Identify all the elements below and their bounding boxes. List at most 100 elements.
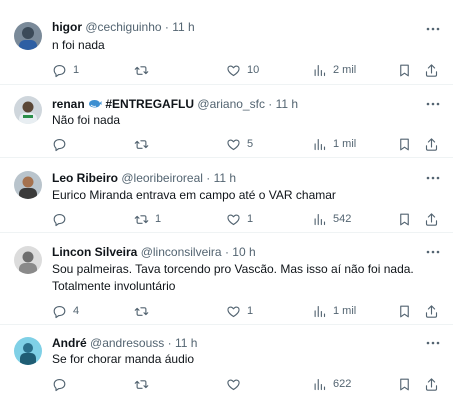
like-count: 1 xyxy=(247,305,254,317)
timestamp[interactable]: 11 h xyxy=(172,20,194,34)
display-name[interactable]: Lincon Silveira xyxy=(52,245,137,259)
views-button[interactable]: 1 mil xyxy=(312,135,356,153)
share-button[interactable] xyxy=(424,302,439,320)
avatar[interactable] xyxy=(14,96,42,124)
tweet-header: Leo Ribeiro @leoribeiroreal · 11 h xyxy=(52,171,236,186)
reply-icon xyxy=(53,138,66,151)
like-count: 5 xyxy=(247,138,254,150)
tweet-header: renan #ENTREGAFLU @ariano_sfc · 11 h xyxy=(52,97,298,112)
reply-button[interactable] xyxy=(52,135,73,153)
tweet-text: n foi nada xyxy=(52,37,432,54)
views-button[interactable]: 622 xyxy=(312,375,351,393)
action-bar: 4 1 1 mil xyxy=(52,302,442,320)
user-handle[interactable]: @linconsilveira xyxy=(141,245,222,259)
more-options-icon[interactable] xyxy=(425,96,441,112)
tweet[interactable]: Leo Ribeiro @leoribeiroreal · 11 h Euric… xyxy=(0,158,453,233)
bookmark-button[interactable] xyxy=(397,61,412,79)
share-button[interactable] xyxy=(424,210,439,228)
tweet[interactable]: André @andresouss · 11 h Se for chorar m… xyxy=(0,325,453,405)
tweet-text-line: Eurico Miranda entrava em campo até o VA… xyxy=(52,188,336,202)
retweet-count: 1 xyxy=(155,213,162,225)
tweet[interactable]: Lincon Silveira @linconsilveira · 10 h S… xyxy=(0,233,453,325)
tweet-text-line: Sou palmeiras. Tava torcendo pro Vascão.… xyxy=(52,262,414,276)
reply-icon xyxy=(53,213,66,226)
tweet-text: Se for chorar manda áudio xyxy=(52,351,432,368)
like-button[interactable]: 10 xyxy=(226,61,259,79)
display-name[interactable]: André xyxy=(52,336,87,350)
tweet[interactable]: higor @cechiguinho · 11 h n foi nada 1 1… xyxy=(0,0,453,85)
reply-feed: higor @cechiguinho · 11 h n foi nada 1 1… xyxy=(0,0,453,405)
bookmark-button[interactable] xyxy=(397,302,412,320)
heart-icon xyxy=(227,378,240,390)
display-name[interactable]: higor xyxy=(52,20,82,34)
share-icon xyxy=(425,304,438,318)
avatar[interactable] xyxy=(14,337,42,365)
reply-button[interactable] xyxy=(52,375,73,393)
timestamp[interactable]: 11 h xyxy=(276,97,298,111)
retweet-icon xyxy=(134,65,149,75)
retweet-button[interactable] xyxy=(134,375,155,393)
heart-icon xyxy=(227,213,240,225)
like-button[interactable]: 1 xyxy=(226,210,253,228)
display-name[interactable]: Leo Ribeiro xyxy=(52,171,118,185)
more-options-icon[interactable] xyxy=(425,244,441,260)
more-options-icon[interactable] xyxy=(425,21,441,37)
retweet-button[interactable] xyxy=(134,135,155,153)
reply-button[interactable]: 4 xyxy=(52,302,79,320)
user-handle[interactable]: @leoribeiroreal xyxy=(121,171,203,185)
retweet-icon xyxy=(134,214,149,224)
share-button[interactable] xyxy=(424,375,439,393)
share-icon xyxy=(425,63,438,77)
action-bar: 1 1 542 xyxy=(52,210,442,228)
avatar[interactable] xyxy=(14,246,42,274)
retweet-button[interactable] xyxy=(134,61,155,79)
reply-icon xyxy=(53,378,66,391)
timestamp[interactable]: 11 h xyxy=(214,171,236,185)
timestamp[interactable]: 10 h xyxy=(232,245,255,259)
share-button[interactable] xyxy=(424,61,439,79)
reply-button[interactable] xyxy=(52,210,73,228)
heart-icon xyxy=(227,64,240,76)
views-button[interactable]: 1 mil xyxy=(312,302,356,320)
reply-icon xyxy=(53,305,66,318)
bookmark-icon xyxy=(400,305,409,317)
tweet-header: Lincon Silveira @linconsilveira · 10 h xyxy=(52,245,256,260)
more-options-icon[interactable] xyxy=(425,170,441,186)
reply-icon xyxy=(53,64,66,77)
tweet-text-line: Totalmente involuntário xyxy=(52,279,176,293)
action-bar: 622 xyxy=(52,375,442,393)
reply-count: 4 xyxy=(73,305,80,317)
bookmark-button[interactable] xyxy=(397,135,412,153)
like-button[interactable]: 5 xyxy=(226,135,253,153)
retweet-icon xyxy=(134,306,149,316)
avatar[interactable] xyxy=(14,22,42,50)
views-button[interactable]: 2 mil xyxy=(312,61,356,79)
retweet-button[interactable]: 1 xyxy=(134,210,161,228)
action-bar: 1 10 2 mil xyxy=(52,61,442,79)
user-handle[interactable]: @ariano_sfc xyxy=(197,97,265,111)
bookmark-button[interactable] xyxy=(397,210,412,228)
share-button[interactable] xyxy=(424,135,439,153)
separator-dot: · xyxy=(167,336,172,350)
separator-dot: · xyxy=(268,97,273,111)
display-name[interactable]: renan xyxy=(52,97,85,111)
display-name-suffix[interactable]: #ENTREGAFLU xyxy=(105,97,194,111)
more-options-icon[interactable] xyxy=(425,335,441,351)
user-handle[interactable]: @andresouss xyxy=(90,336,164,350)
like-button[interactable] xyxy=(226,375,247,393)
retweet-icon xyxy=(134,139,149,149)
reply-count: 1 xyxy=(73,64,80,76)
views-button[interactable]: 542 xyxy=(312,210,351,228)
reply-button[interactable]: 1 xyxy=(52,61,79,79)
bookmark-icon xyxy=(400,64,409,76)
retweet-button[interactable] xyxy=(134,302,155,320)
separator-dot: · xyxy=(164,20,169,34)
user-handle[interactable]: @cechiguinho xyxy=(85,20,161,34)
bookmark-button[interactable] xyxy=(397,375,412,393)
tweet-text: Eurico Miranda entrava em campo até o VA… xyxy=(52,187,432,204)
avatar[interactable] xyxy=(14,171,42,199)
views-count: 1 mil xyxy=(333,305,357,317)
timestamp[interactable]: 11 h xyxy=(175,336,197,350)
like-button[interactable]: 1 xyxy=(226,302,253,320)
tweet[interactable]: renan #ENTREGAFLU @ariano_sfc · 11 h Não… xyxy=(0,85,453,158)
